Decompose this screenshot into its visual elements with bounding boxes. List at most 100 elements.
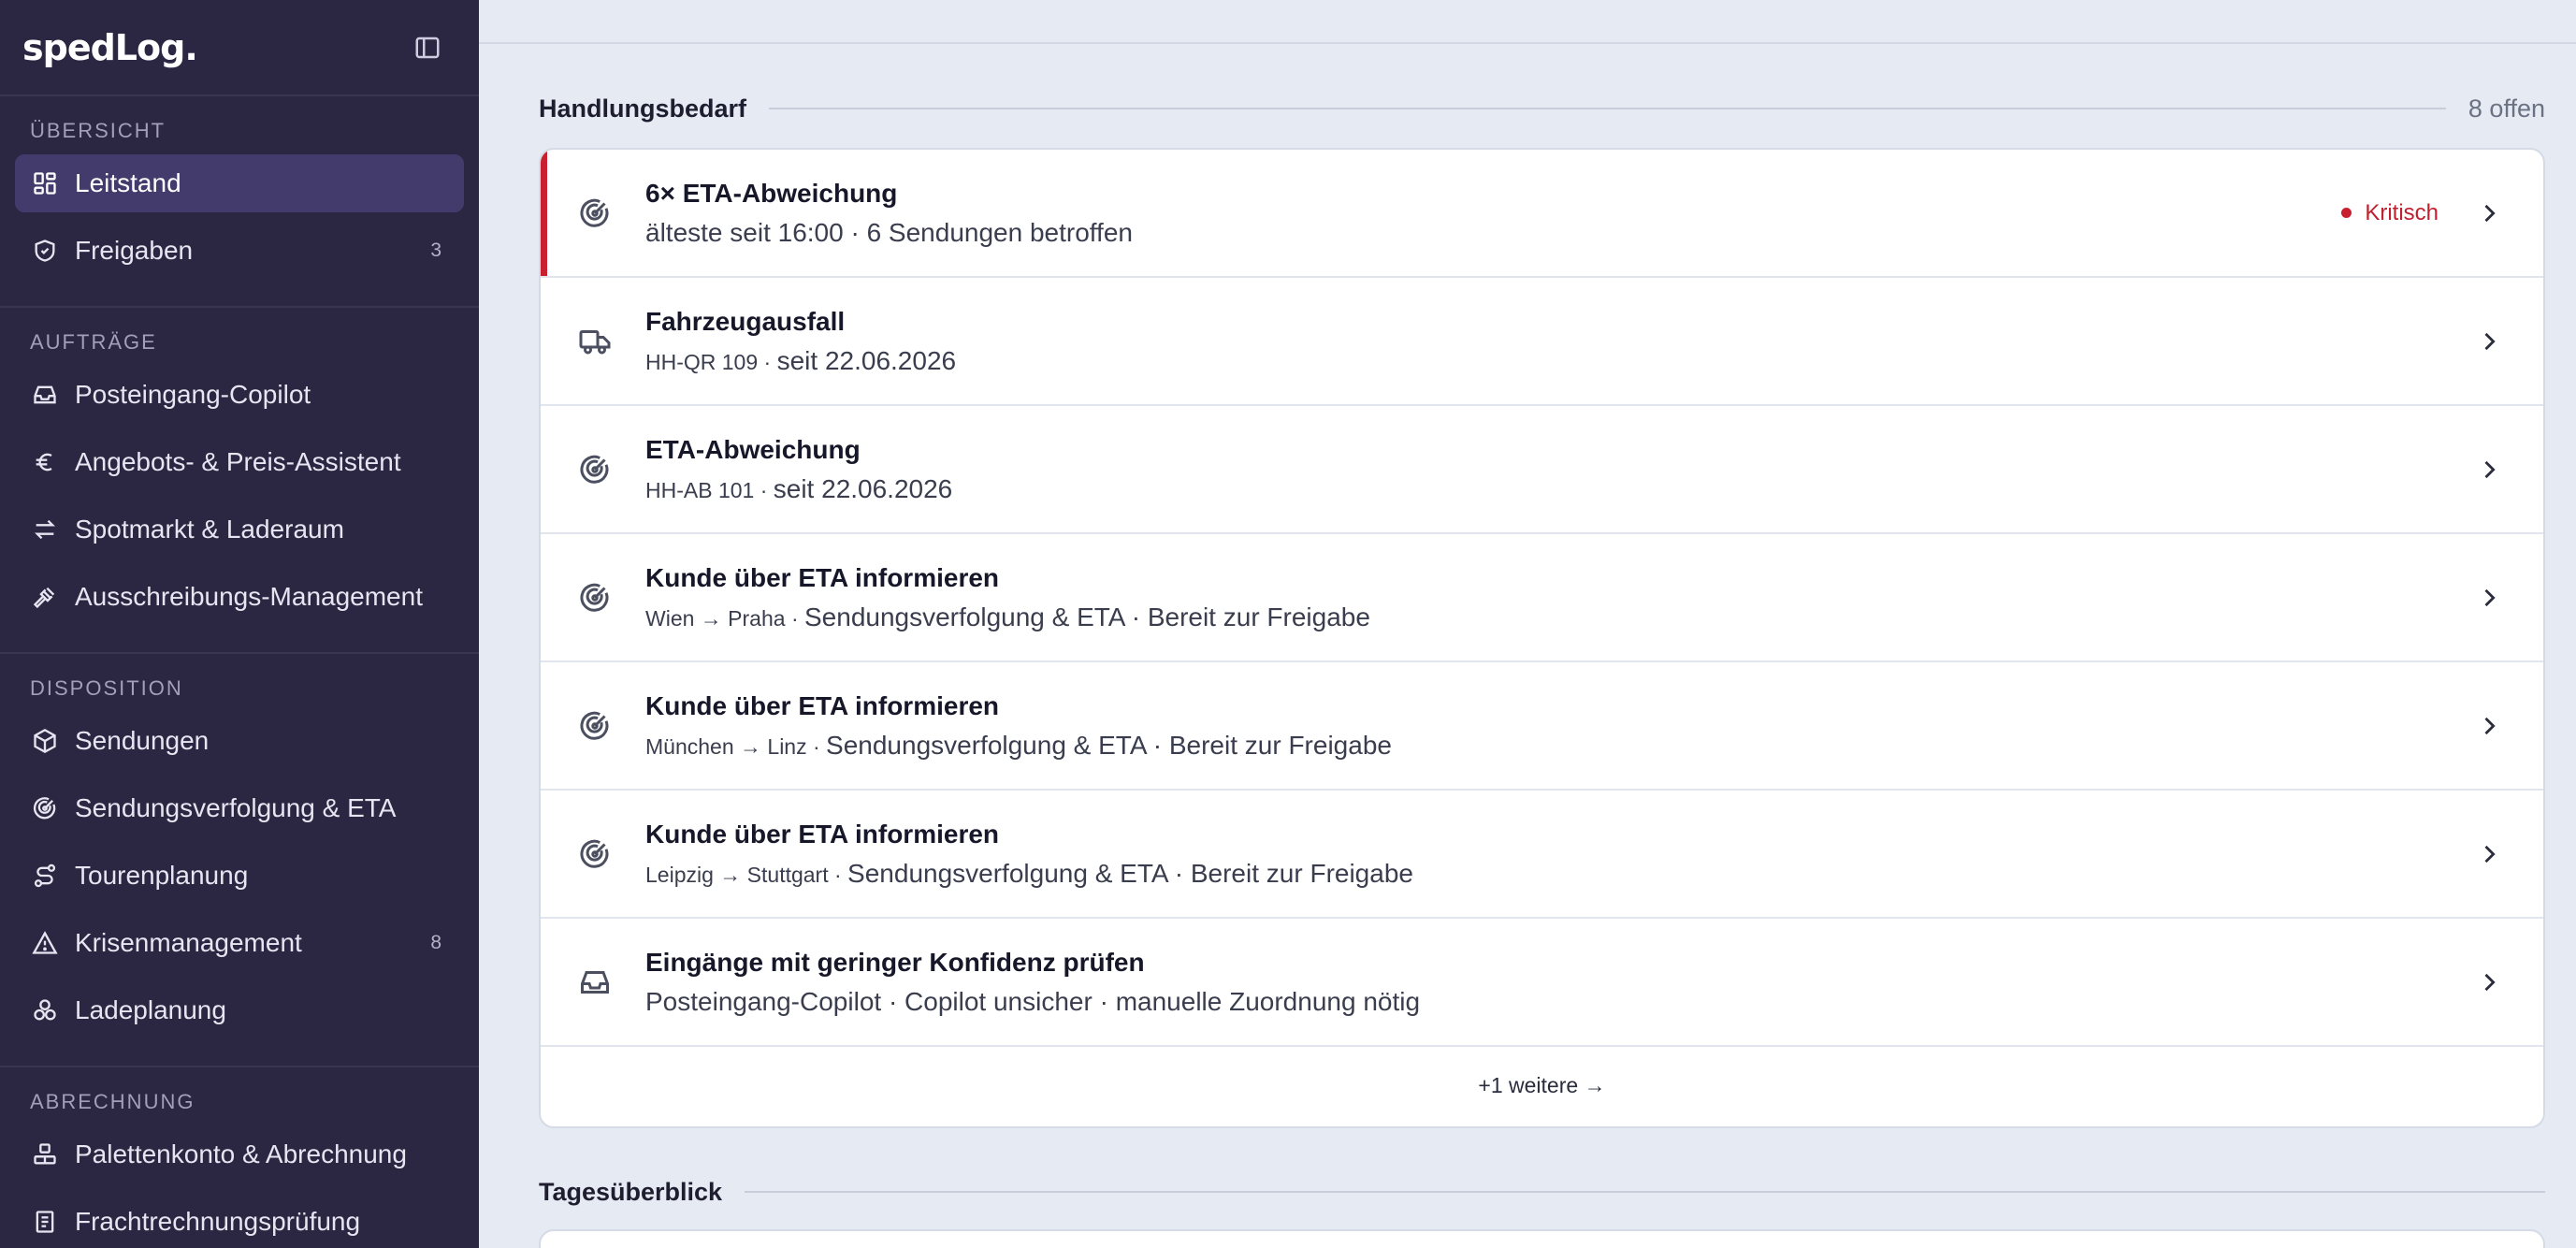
sidebar-item-frachtrechnungsprüfung[interactable]: Frachtrechnungsprüfung — [15, 1193, 464, 1248]
sidebar-item-palettenkonto-abrechnung[interactable]: Palettenkonto & Abrechnung — [15, 1125, 464, 1183]
status-badge: Kritisch — [2341, 200, 2439, 226]
action-row[interactable]: 6× ETA-Abweichung älteste seit 16:00 · 6 … — [541, 150, 2543, 278]
open-count: 8 offen — [2467, 94, 2545, 123]
action-row-title: Fahrzeugausfall — [645, 306, 846, 336]
action-row-subtitle: HH-AB 101 · seit 22.06.2026 — [645, 474, 2476, 504]
action-row-text: Kunde über ETA informieren Wien → Praha ·… — [645, 563, 2476, 632]
radar-icon — [578, 581, 612, 615]
inbox-icon — [32, 382, 58, 408]
action-row[interactable]: Kunde über ETA informieren München → Linz… — [541, 662, 2543, 791]
sidebar-item-krisenmanagement[interactable]: Krisenmanagement 8 — [15, 914, 464, 972]
radar-icon — [578, 453, 612, 486]
sidebar-item-label: Freigaben — [75, 236, 194, 265]
chevron-right-icon[interactable] — [2476, 969, 2502, 995]
sidebar-item-angebots-preis-assistent[interactable]: Angebots- & Preis-Assistent — [15, 433, 464, 491]
divider — [745, 1191, 2545, 1193]
nav-count-badge: 8 — [430, 932, 441, 953]
inbox-icon — [578, 965, 612, 999]
action-row-detail: Sendungsverfolgung & ETA · Bereit zur Fr… — [847, 858, 1413, 888]
sidebar: spedLog. ÜBERSICHT Leitstand Freigaben 3 AUF… — [0, 0, 479, 1248]
sidebar-item-label: Ausschreibungs-Management — [75, 582, 423, 611]
more-link[interactable]: +1 weitere → — [541, 1047, 2543, 1124]
swap-arrows-icon — [32, 516, 58, 543]
status-dot-icon — [2341, 208, 2352, 218]
radar-icon — [32, 795, 58, 821]
action-row-subtitle: älteste seit 16:00 · 6 Sendungen betroff… — [645, 218, 2341, 248]
nav-section: AUFTRÄGE Posteingang-Copilot Angebots- & P… — [0, 308, 479, 654]
action-row-title: Kunde über ETA informieren — [645, 562, 1000, 592]
action-row-title: Kunde über ETA informieren — [645, 690, 1000, 720]
sidebar-item-posteingang-copilot[interactable]: Posteingang-Copilot — [15, 366, 464, 424]
section-title-handlungsbedarf: Handlungsbedarf — [539, 94, 747, 123]
action-row-text: Eingänge mit geringer Konfidenz prüfen Po… — [645, 948, 2476, 1017]
sidebar-item-label: Angebots- & Preis-Assistent — [75, 447, 401, 476]
top-bar — [479, 0, 2576, 44]
action-row-subtitle: Leipzig → Stuttgart · Sendungsverfolgung… — [645, 859, 2476, 889]
action-row-subtitle: HH-QR 109 · seit 22.06.2026 — [645, 346, 2476, 376]
radar-icon — [578, 837, 612, 871]
sidebar-toggle-icon[interactable] — [413, 34, 441, 62]
day-overview-card — [539, 1229, 2545, 1248]
dashboard-icon — [32, 170, 58, 196]
sidebar-item-label: Ladeplanung — [75, 995, 226, 1024]
sidebar-item-label: Sendungen — [75, 726, 210, 755]
action-row-ref: Wien → Praha · — [645, 605, 804, 631]
nav-section-title: AUFTRÄGE — [30, 330, 157, 354]
action-section-header: Handlungsbedarf 8 offen — [539, 90, 2545, 127]
action-row-text: 6× ETA-Abweichung älteste seit 16:00 · 6 … — [645, 179, 2341, 248]
chevron-right-icon[interactable] — [2476, 328, 2502, 355]
action-row-detail: Sendungsverfolgung & ETA · Bereit zur Fr… — [804, 602, 1370, 631]
chevron-right-icon[interactable] — [2476, 585, 2502, 611]
action-row-title: Kunde über ETA informieren — [645, 819, 1000, 849]
action-row-ref: HH-QR 109 · — [645, 349, 777, 374]
action-row-ref: HH-AB 101 · — [645, 477, 774, 502]
route-icon — [32, 863, 58, 889]
sidebar-item-ladeplanung[interactable]: Ladeplanung — [15, 981, 464, 1039]
chevron-right-icon[interactable] — [2476, 457, 2502, 483]
action-row-detail: Posteingang-Copilot · Copilot unsicher ·… — [645, 986, 1421, 1016]
action-list-card: 6× ETA-Abweichung älteste seit 16:00 · 6 … — [539, 148, 2545, 1128]
action-row-ref: München → Linz · — [645, 733, 827, 759]
action-row[interactable]: ETA-Abweichung HH-AB 101 · seit 22.06.202… — [541, 406, 2543, 534]
chevron-right-icon[interactable] — [2476, 841, 2502, 867]
brand-bar: spedLog. — [0, 0, 479, 96]
sidebar-nav: ÜBERSICHT Leitstand Freigaben 3 AUFTRÄGE Post… — [0, 96, 479, 1248]
package-icon — [32, 728, 58, 754]
action-row[interactable]: Kunde über ETA informieren Leipzig → Stut… — [541, 791, 2543, 919]
action-row[interactable]: Fahrzeugausfall HH-QR 109 · seit 22.06.20… — [541, 278, 2543, 406]
action-row[interactable]: Kunde über ETA informieren Wien → Praha ·… — [541, 534, 2543, 662]
sidebar-item-sendungsverfolgung-eta[interactable]: Sendungsverfolgung & ETA — [15, 779, 464, 837]
divider — [769, 108, 2446, 109]
radar-icon — [578, 196, 612, 230]
nav-section-title: ÜBERSICHT — [30, 119, 166, 142]
app-logo[interactable]: spedLog. — [22, 27, 198, 68]
invoice-icon — [32, 1209, 58, 1235]
sidebar-item-label: Frachtrechnungsprüfung — [75, 1207, 361, 1236]
sidebar-item-tourenplanung[interactable]: Tourenplanung — [15, 847, 464, 905]
action-row[interactable]: Eingänge mit geringer Konfidenz prüfen Po… — [541, 919, 2543, 1047]
shield-check-icon — [32, 238, 58, 264]
nav-section-title: ABRECHNUNG — [30, 1090, 195, 1113]
chevron-right-icon[interactable] — [2476, 200, 2502, 226]
sidebar-item-spotmarkt-laderaum[interactable]: Spotmarkt & Laderaum — [15, 501, 464, 559]
action-row-subtitle: München → Linz · Sendungsverfolgung & ET… — [645, 731, 2476, 761]
action-row-detail: Sendungsverfolgung & ETA · Bereit zur Fr… — [826, 730, 1392, 760]
sidebar-item-label: Spotmarkt & Laderaum — [75, 515, 344, 544]
day-section-header: Tagesüberblick — [539, 1173, 2545, 1211]
nav-section: ÜBERSICHT Leitstand Freigaben 3 — [0, 96, 479, 308]
sidebar-item-ausschreibungs-management[interactable]: Ausschreibungs-Management — [15, 568, 464, 626]
sidebar-item-freigaben[interactable]: Freigaben 3 — [15, 222, 464, 280]
action-row-detail: seit 22.06.2026 — [776, 345, 957, 375]
nav-section: ABRECHNUNG Palettenkonto & Abrechnung Frac… — [0, 1067, 479, 1248]
sidebar-item-label: Tourenplanung — [75, 861, 249, 890]
nav-section: DISPOSITION Sendungen Sendungsverfolgung &… — [0, 654, 479, 1067]
action-row-detail: älteste seit 16:00 · 6 Sendungen betroff… — [645, 217, 1133, 247]
warning-triangle-icon — [32, 930, 58, 956]
sidebar-item-label: Palettenkonto & Abrechnung — [75, 1139, 407, 1168]
action-row-text: ETA-Abweichung HH-AB 101 · seit 22.06.202… — [645, 435, 2476, 504]
sidebar-item-sendungen[interactable]: Sendungen — [15, 712, 464, 770]
status-badge-label: Kritisch — [2365, 199, 2439, 225]
sidebar-item-leitstand[interactable]: Leitstand — [15, 154, 464, 212]
pallet-icon — [32, 1141, 58, 1168]
chevron-right-icon[interactable] — [2476, 713, 2502, 739]
